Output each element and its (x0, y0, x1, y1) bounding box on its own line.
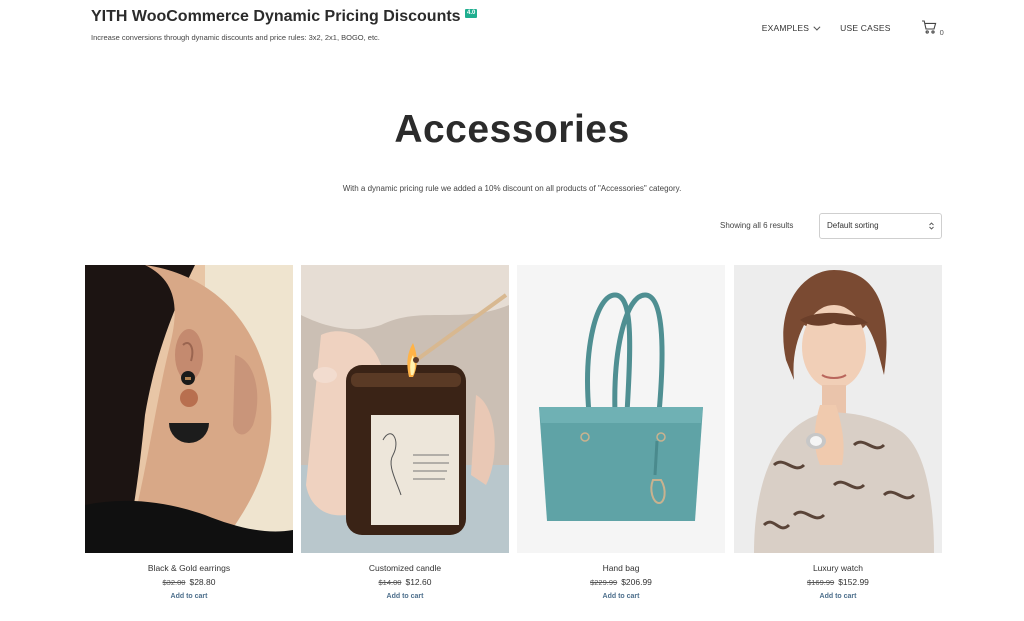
product-name[interactable]: Black & Gold earrings (85, 563, 293, 573)
site-title[interactable]: YITH WooCommerce Dynamic Pricing Discoun… (91, 8, 461, 26)
sort-selected-value: Default sorting (827, 221, 879, 230)
nav-item-label: USE CASES (840, 23, 891, 33)
nav-item-examples[interactable]: EXAMPLES (761, 23, 821, 33)
site-header: YITH WooCommerce Dynamic Pricing Discoun… (0, 0, 1024, 60)
cart-count: 0 (939, 28, 944, 37)
nav-item-use-cases[interactable]: USE CASES (840, 23, 890, 33)
main-nav: EXAMPLES USE CASES 0 (762, 19, 944, 37)
sort-select[interactable]: Default sorting (819, 213, 942, 239)
product-old-price: $32.00 (162, 578, 186, 587)
cart-button[interactable]: 0 (921, 19, 944, 37)
nav-item-label: EXAMPLES (761, 23, 810, 33)
add-to-cart-button[interactable]: Add to cart (85, 593, 293, 600)
product-price: $14.00 $12.60 (301, 577, 509, 587)
add-to-cart-button[interactable]: Add to cart (517, 593, 725, 600)
product-card: Customized candle $14.00 $12.60 Add to ca… (301, 265, 509, 600)
select-arrows-icon (929, 222, 934, 230)
product-price: $32.00 $28.80 (85, 577, 293, 587)
product-name[interactable]: Hand bag (517, 563, 725, 573)
product-image-earrings[interactable] (85, 265, 293, 553)
product-sale-price: $12.60 (405, 577, 432, 587)
product-image-watch[interactable] (734, 265, 942, 553)
product-name[interactable]: Customized candle (301, 563, 509, 573)
product-price: $169.99 $152.99 (734, 577, 942, 587)
add-to-cart-button[interactable]: Add to cart (301, 593, 509, 600)
product-card: Black & Gold earrings $32.00 $28.80 Add t… (85, 265, 293, 600)
add-to-cart-button[interactable]: Add to cart (734, 593, 942, 600)
product-price: $229.99 $206.99 (517, 577, 725, 587)
product-card: Luxury watch $169.99 $152.99 Add to cart (734, 265, 942, 600)
product-image-candle[interactable] (301, 265, 509, 553)
cart-icon (921, 19, 937, 37)
product-name[interactable]: Luxury watch (734, 563, 942, 573)
product-old-price: $169.99 (807, 578, 835, 587)
product-image-handbag[interactable] (517, 265, 725, 553)
site-tagline: Increase conversions through dynamic dis… (91, 33, 380, 42)
product-sale-price: $28.80 (189, 577, 216, 587)
version-badge: 4.0 (465, 9, 478, 18)
product-old-price: $229.99 (590, 578, 618, 587)
product-old-price: $14.00 (378, 578, 402, 587)
chevron-down-icon (813, 23, 821, 31)
product-grid: Black & Gold earrings $32.00 $28.80 Add t… (85, 265, 942, 615)
product-sale-price: $152.99 (838, 577, 869, 587)
page-title: Accessories (394, 108, 630, 151)
result-count: Showing all 6 results (720, 221, 794, 230)
product-card: Hand bag $229.99 $206.99 Add to cart (517, 265, 725, 600)
product-sale-price: $206.99 (621, 577, 652, 587)
page-description: With a dynamic pricing rule we added a 1… (342, 184, 682, 193)
